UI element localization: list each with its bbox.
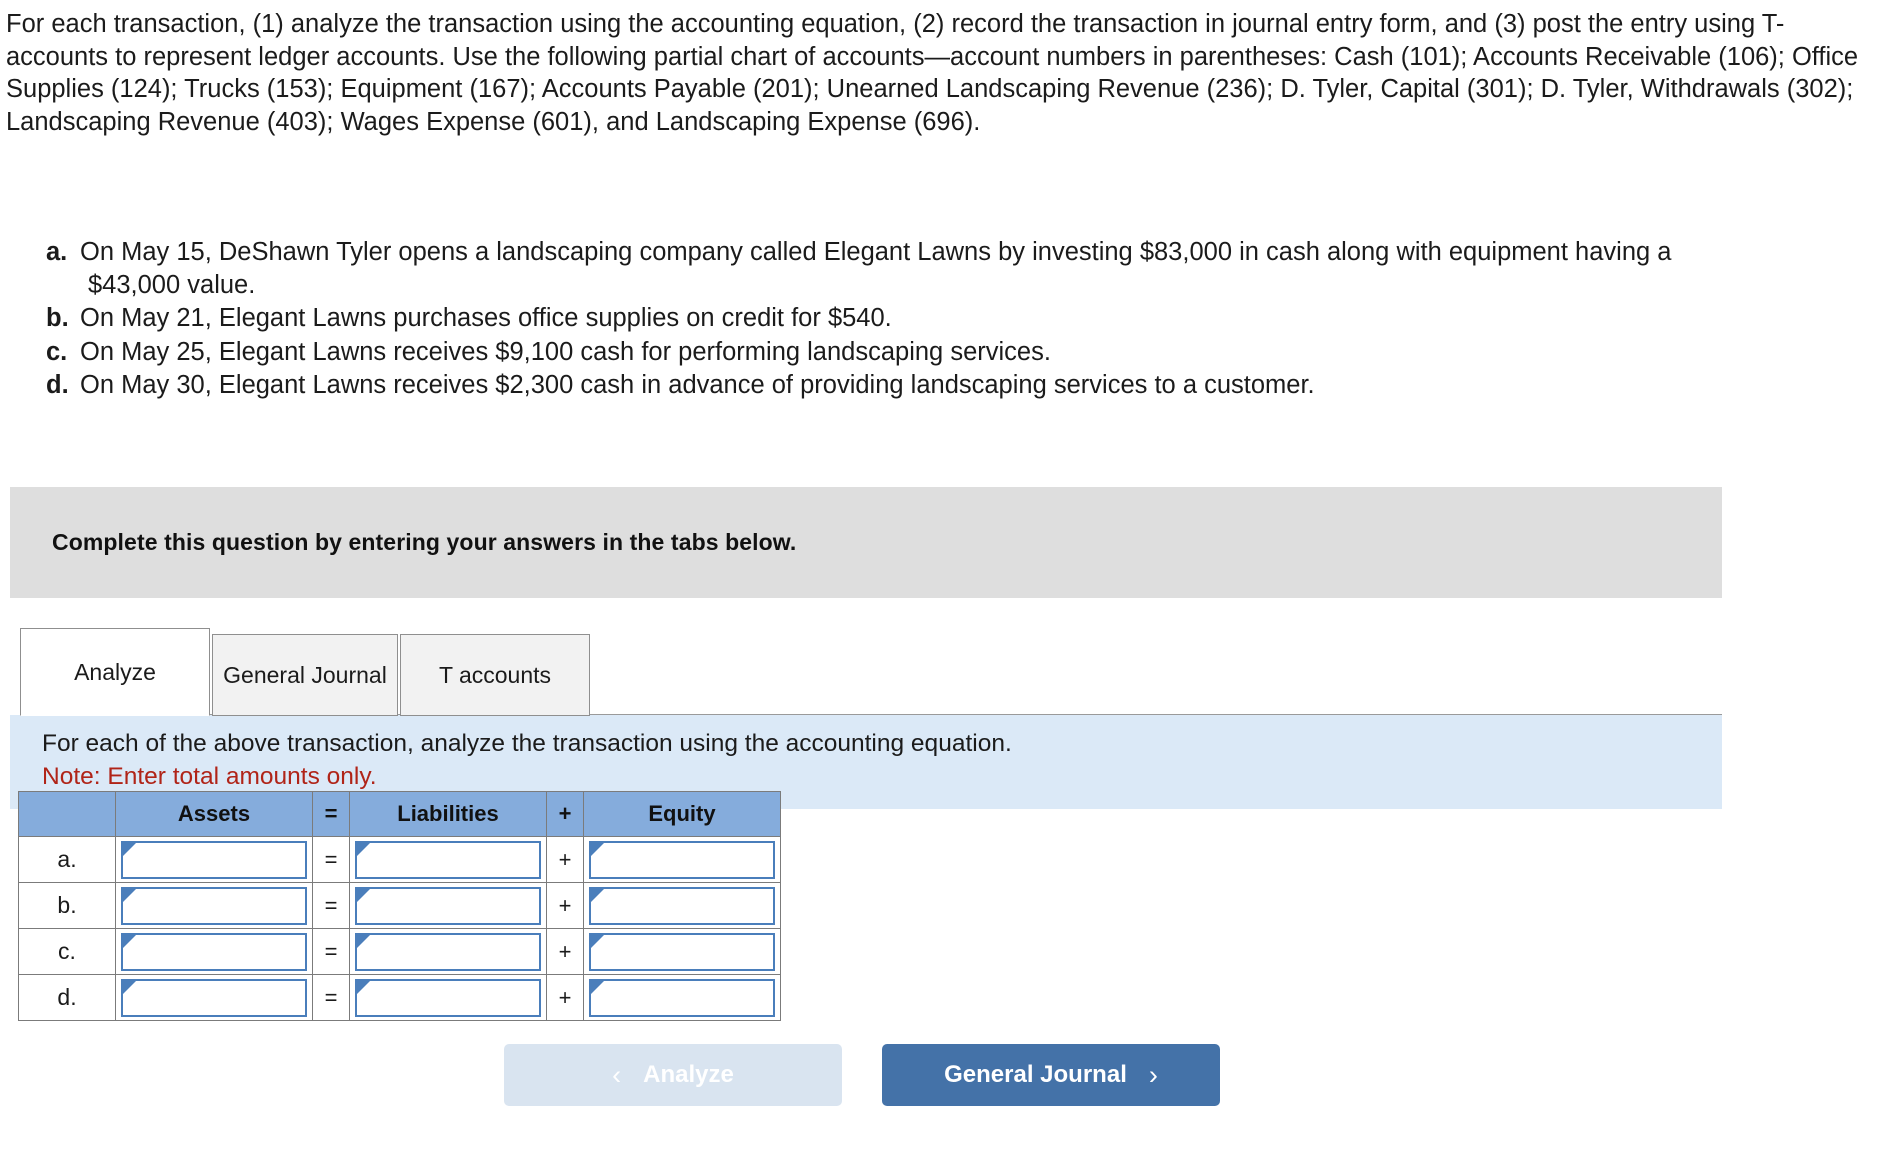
input-equity-b[interactable] <box>591 888 773 923</box>
row-label-d: d. <box>18 974 116 1021</box>
cell-assets-a[interactable] <box>115 836 313 883</box>
tab-analyze-label: Analyze <box>74 659 156 685</box>
column-header-blank <box>18 791 116 837</box>
row-label-b: b. <box>18 882 116 929</box>
row-label-a: a. <box>18 836 116 883</box>
operator-equals-d: = <box>312 974 350 1021</box>
input-liabilities-a[interactable] <box>357 842 539 877</box>
note-instruction-text: For each of the above transaction, analy… <box>42 730 1012 757</box>
cell-liabilities-b[interactable] <box>349 882 547 929</box>
column-header-equals: = <box>312 791 350 837</box>
cell-assets-c[interactable] <box>115 928 313 975</box>
note-warning-text: Note: Enter total amounts only. <box>42 763 377 790</box>
accounting-equation-table: Assets = Liabilities + Equity a. = + b. … <box>18 791 781 1021</box>
operator-equals-b: = <box>312 882 350 929</box>
input-assets-c[interactable] <box>123 934 305 969</box>
tab-strip: Analyze General Journal T accounts <box>20 628 592 716</box>
next-button-label: General Journal <box>944 1061 1127 1088</box>
transaction-item-a: a. On May 15, DeShawn Tyler opens a lands… <box>46 236 1746 301</box>
transaction-text-a: On May 15, DeShawn Tyler opens a landsca… <box>80 238 1672 299</box>
table-row: d. = + <box>18 974 781 1021</box>
input-equity-a[interactable] <box>591 842 773 877</box>
column-header-equity: Equity <box>583 791 781 837</box>
operator-equals-a: = <box>312 836 350 883</box>
tab-analyze[interactable]: Analyze <box>20 628 210 716</box>
table-row: c. = + <box>18 928 781 975</box>
tab-general-journal-label: General Journal <box>223 662 387 688</box>
instruction-banner: Complete this question by entering your … <box>10 487 1722 598</box>
operator-equals-c: = <box>312 928 350 975</box>
transaction-text-c: On May 25, Elegant Lawns receives $9,100… <box>80 337 1051 366</box>
input-equity-c[interactable] <box>591 934 773 969</box>
transaction-item-b: b. On May 21, Elegant Lawns purchases off… <box>46 302 1746 335</box>
cell-liabilities-d[interactable] <box>349 974 547 1021</box>
transaction-text-b: On May 21, Elegant Lawns purchases offic… <box>80 304 892 332</box>
input-assets-b[interactable] <box>123 888 305 923</box>
column-header-assets: Assets <box>115 791 313 837</box>
input-liabilities-d[interactable] <box>357 980 539 1015</box>
transaction-letter-b: b. <box>46 304 69 332</box>
chevron-left-icon: ‹ <box>612 1059 622 1090</box>
transaction-item-c: c. On May 25, Elegant Lawns receives $9,1… <box>46 336 1746 369</box>
next-general-journal-button[interactable]: General Journal › <box>882 1044 1220 1106</box>
operator-plus-b: + <box>546 882 584 929</box>
transaction-letter-d: d. <box>46 371 69 399</box>
cell-equity-b[interactable] <box>583 882 781 929</box>
cell-assets-b[interactable] <box>115 882 313 929</box>
row-label-c: c. <box>18 928 116 975</box>
transaction-text-d: On May 30, Elegant Lawns receives $2,300… <box>80 371 1315 399</box>
navigation-buttons: ‹ Analyze General Journal › <box>504 1044 1220 1106</box>
transaction-item-d: d. On May 30, Elegant Lawns receives $2,3… <box>46 369 1746 402</box>
tab-general-journal[interactable]: General Journal <box>212 634 398 716</box>
cell-equity-d[interactable] <box>583 974 781 1021</box>
input-equity-d[interactable] <box>591 980 773 1015</box>
transaction-list: a. On May 15, DeShawn Tyler opens a lands… <box>46 236 1746 403</box>
operator-plus-c: + <box>546 928 584 975</box>
transaction-letter-a: a. <box>46 238 68 266</box>
chevron-right-icon: › <box>1148 1059 1158 1090</box>
input-assets-d[interactable] <box>123 980 305 1015</box>
table-row: a. = + <box>18 836 781 883</box>
cell-assets-d[interactable] <box>115 974 313 1021</box>
input-liabilities-b[interactable] <box>357 888 539 923</box>
table-row: b. = + <box>18 882 781 929</box>
cell-liabilities-c[interactable] <box>349 928 547 975</box>
operator-plus-a: + <box>546 836 584 883</box>
input-assets-a[interactable] <box>123 842 305 877</box>
tab-t-accounts-label: T accounts <box>438 662 552 688</box>
cell-liabilities-a[interactable] <box>349 836 547 883</box>
transaction-letter-c: c. <box>46 337 68 366</box>
instruction-banner-text: Complete this question by entering your … <box>52 529 797 555</box>
column-header-plus: + <box>546 791 584 837</box>
cell-equity-c[interactable] <box>583 928 781 975</box>
tab-t-accounts[interactable]: T accounts <box>400 634 590 716</box>
operator-plus-d: + <box>546 974 584 1021</box>
cell-equity-a[interactable] <box>583 836 781 883</box>
input-liabilities-c[interactable] <box>357 934 539 969</box>
problem-intro-text: For each transaction, (1) analyze the tr… <box>6 10 1859 136</box>
table-header-row: Assets = Liabilities + Equity <box>18 791 781 837</box>
column-header-liabilities: Liabilities <box>349 791 547 837</box>
previous-button-label: Analyze <box>643 1061 734 1088</box>
previous-analyze-button[interactable]: ‹ Analyze <box>504 1044 842 1106</box>
